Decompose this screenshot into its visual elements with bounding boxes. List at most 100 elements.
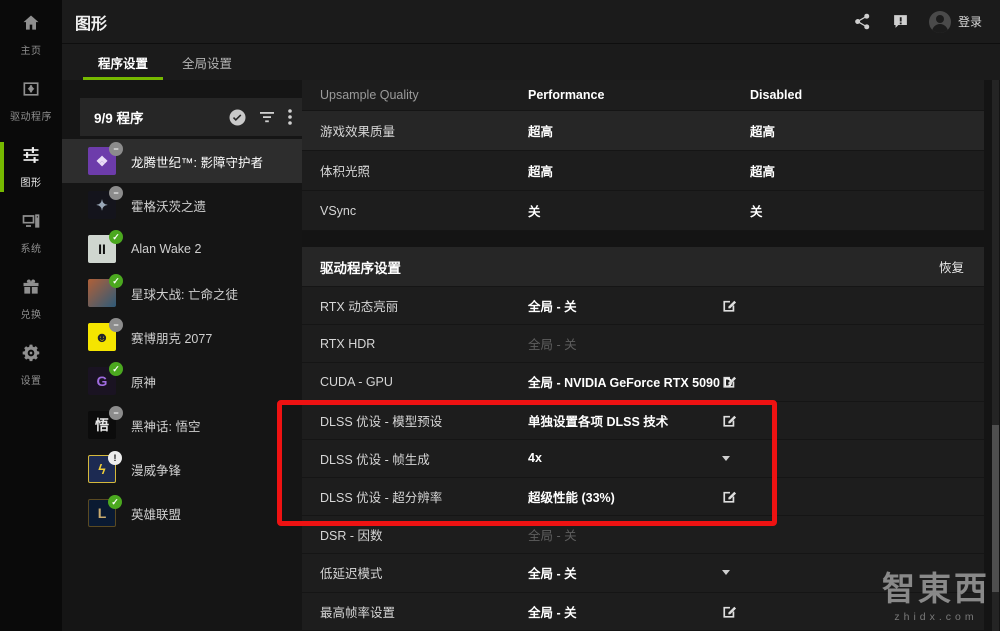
- game-cover-icon: ☻−: [88, 323, 116, 351]
- sidebar-item-label: 图形: [21, 174, 42, 189]
- sidebar-item-driver[interactable]: 驱动程序: [0, 76, 62, 126]
- setting-label: 最高帧率设置: [320, 602, 528, 621]
- game-status-badge-minus: −: [109, 406, 123, 420]
- sidebar-item-redeem[interactable]: 兑换: [0, 274, 62, 324]
- setting-label: DLSS 优设 - 超分辨率: [320, 487, 528, 506]
- system-icon: [21, 211, 41, 236]
- nvidia-app-window: 主页驱动程序图形系统兑换设置 图形 登录 程序设置全局设置 9/: [0, 0, 1000, 631]
- game-setting-row[interactable]: 游戏效果质量超高超高: [302, 111, 984, 151]
- game-list-item[interactable]: ✦− 霍格沃茨之遗: [62, 183, 302, 227]
- game-cover-icon: ✓: [88, 279, 116, 307]
- sidebar-item-label: 兑换: [21, 306, 42, 321]
- game-name: 黑神话: 悟空: [131, 416, 200, 435]
- game-setting-row[interactable]: VSync关关: [302, 191, 984, 231]
- driver-setting-row[interactable]: CUDA - GPU全局 - NVIDIA GeForce RTX 5090 D: [302, 363, 984, 401]
- game-list-item[interactable]: G✓原神: [62, 359, 302, 403]
- setting-program-value: 超高: [528, 161, 722, 180]
- driver-setting-row[interactable]: DLSS 优设 - 模型预设单独设置各项 DLSS 技术: [302, 402, 984, 440]
- edit-icon[interactable]: [722, 489, 737, 504]
- setting-value: 超级性能 (33%): [528, 487, 722, 506]
- game-list-item[interactable]: ❖−龙腾世纪™: 影障守护者: [62, 139, 302, 183]
- setting-label: DSR - 因数: [320, 525, 528, 544]
- game-status-badge-minus: −: [109, 318, 123, 332]
- graphics-icon: [21, 145, 41, 170]
- game-name: 赛博朋克 2077: [131, 328, 212, 347]
- setting-value: 全局 - 关: [528, 334, 722, 353]
- game-status-badge-minus: −: [109, 142, 123, 156]
- game-name: 英雄联盟: [131, 504, 181, 523]
- side-nav: 主页驱动程序图形系统兑换设置: [0, 0, 62, 631]
- feedback-icon[interactable]: [891, 12, 911, 32]
- game-list-item[interactable]: ✓ 星球大战: 亡命之徒: [62, 271, 302, 315]
- game-cover-icon: 悟−: [88, 411, 116, 439]
- setting-label: Upsample Quality: [320, 88, 528, 102]
- edit-icon[interactable]: [722, 604, 737, 619]
- share-icon[interactable]: [853, 12, 873, 32]
- game-list-item[interactable]: II✓Alan Wake 2: [62, 227, 302, 271]
- game-status-badge-check: ✓: [109, 230, 123, 244]
- tab-global-settings[interactable]: 全局设置: [167, 44, 247, 80]
- sidebar-item-home[interactable]: 主页: [0, 10, 62, 60]
- game-status-badge-check: ✓: [109, 274, 123, 288]
- watermark-zhidx: 智東西 zhidx.com: [882, 562, 990, 623]
- tab-program-settings[interactable]: 程序设置: [83, 44, 163, 80]
- game-name: 龙腾世纪™: 影障守护者: [131, 152, 263, 171]
- chevron-down-icon[interactable]: [722, 456, 730, 461]
- game-status-badge-check: ✓: [109, 362, 123, 376]
- chevron-down-icon[interactable]: [722, 570, 730, 575]
- game-list-item[interactable]: L✓英雄联盟: [62, 491, 302, 535]
- edit-icon[interactable]: [722, 298, 737, 313]
- sidebar-item-label: 主页: [21, 42, 42, 57]
- kebab-menu-icon[interactable]: [288, 109, 292, 125]
- tab-bar: 程序设置全局设置: [62, 44, 1000, 80]
- sidebar-item-system[interactable]: 系统: [0, 208, 62, 258]
- settings-panel: Upsample QualityPerformanceDisabled游戏效果质…: [302, 80, 984, 631]
- game-list-item[interactable]: ☻− 赛博朋克 2077: [62, 315, 302, 359]
- settings-icon: [21, 343, 41, 368]
- setting-value: 单独设置各项 DLSS 技术: [528, 411, 722, 430]
- game-name: 原神: [131, 372, 156, 391]
- game-cover-icon: ✦−: [88, 191, 116, 219]
- game-list-item[interactable]: ϟ!漫威争锋: [62, 447, 302, 491]
- setting-label: RTX 动态亮丽: [320, 296, 528, 315]
- login-button[interactable]: 登录: [929, 11, 982, 33]
- driver-setting-row[interactable]: RTX 动态亮丽全局 - 关: [302, 287, 984, 325]
- driver-setting-row[interactable]: RTX HDR全局 - 关: [302, 325, 984, 363]
- check-circle-icon[interactable]: [229, 109, 246, 126]
- game-setting-row[interactable]: 体积光照超高超高: [302, 151, 984, 191]
- game-status-badge-check: ✓: [108, 495, 122, 509]
- edit-icon[interactable]: [722, 374, 737, 389]
- watermark-domain: zhidx.com: [882, 611, 990, 623]
- driver-setting-row[interactable]: DLSS 优设 - 帧生成4x: [302, 440, 984, 478]
- topbar-actions: 登录: [853, 11, 982, 33]
- driver-settings-title: 驱动程序设置: [320, 257, 401, 277]
- sidebar-item-label: 驱动程序: [10, 108, 52, 123]
- login-label: 登录: [958, 13, 982, 30]
- edit-icon[interactable]: [722, 413, 737, 428]
- restore-button[interactable]: 恢复: [939, 257, 964, 276]
- setting-label: 低延迟模式: [320, 563, 528, 582]
- sidebar-item-settings[interactable]: 设置: [0, 340, 62, 390]
- setting-program-value: 超高: [528, 121, 722, 140]
- redeem-icon: [21, 277, 41, 302]
- game-status-badge-exclaim: !: [108, 451, 122, 465]
- setting-value: 全局 - 关: [528, 563, 722, 582]
- setting-value: 全局 - 关: [528, 296, 722, 315]
- home-icon: [21, 13, 41, 38]
- game-list-item[interactable]: 悟− 黑神话: 悟空: [62, 403, 302, 447]
- driver-setting-row[interactable]: DLSS 优设 - 超分辨率超级性能 (33%): [302, 478, 984, 516]
- section-gap: [302, 231, 984, 247]
- sidebar-item-graphics[interactable]: 图形: [0, 142, 62, 192]
- setting-global-value: 超高: [750, 121, 775, 140]
- game-cover-icon: ϟ!: [88, 455, 116, 483]
- driver-setting-row[interactable]: DSR - 因数全局 - 关: [302, 516, 984, 554]
- main-area: 图形 登录 程序设置全局设置 9/9 程序: [62, 0, 1000, 631]
- game-name: 霍格沃茨之遗: [131, 196, 206, 215]
- content-area: 9/9 程序 ❖−龙腾世纪™: 影障守护者✦−霍格沃茨之遗II✓Alan W: [62, 80, 1000, 631]
- page-title: 图形: [75, 10, 107, 34]
- game-setting-row[interactable]: Upsample QualityPerformanceDisabled: [302, 80, 984, 111]
- filter-icon[interactable]: [259, 110, 275, 124]
- scrollbar-track[interactable]: [992, 80, 999, 631]
- game-name: 星球大战: 亡命之徒: [131, 284, 238, 303]
- scrollbar-thumb[interactable]: [992, 425, 999, 592]
